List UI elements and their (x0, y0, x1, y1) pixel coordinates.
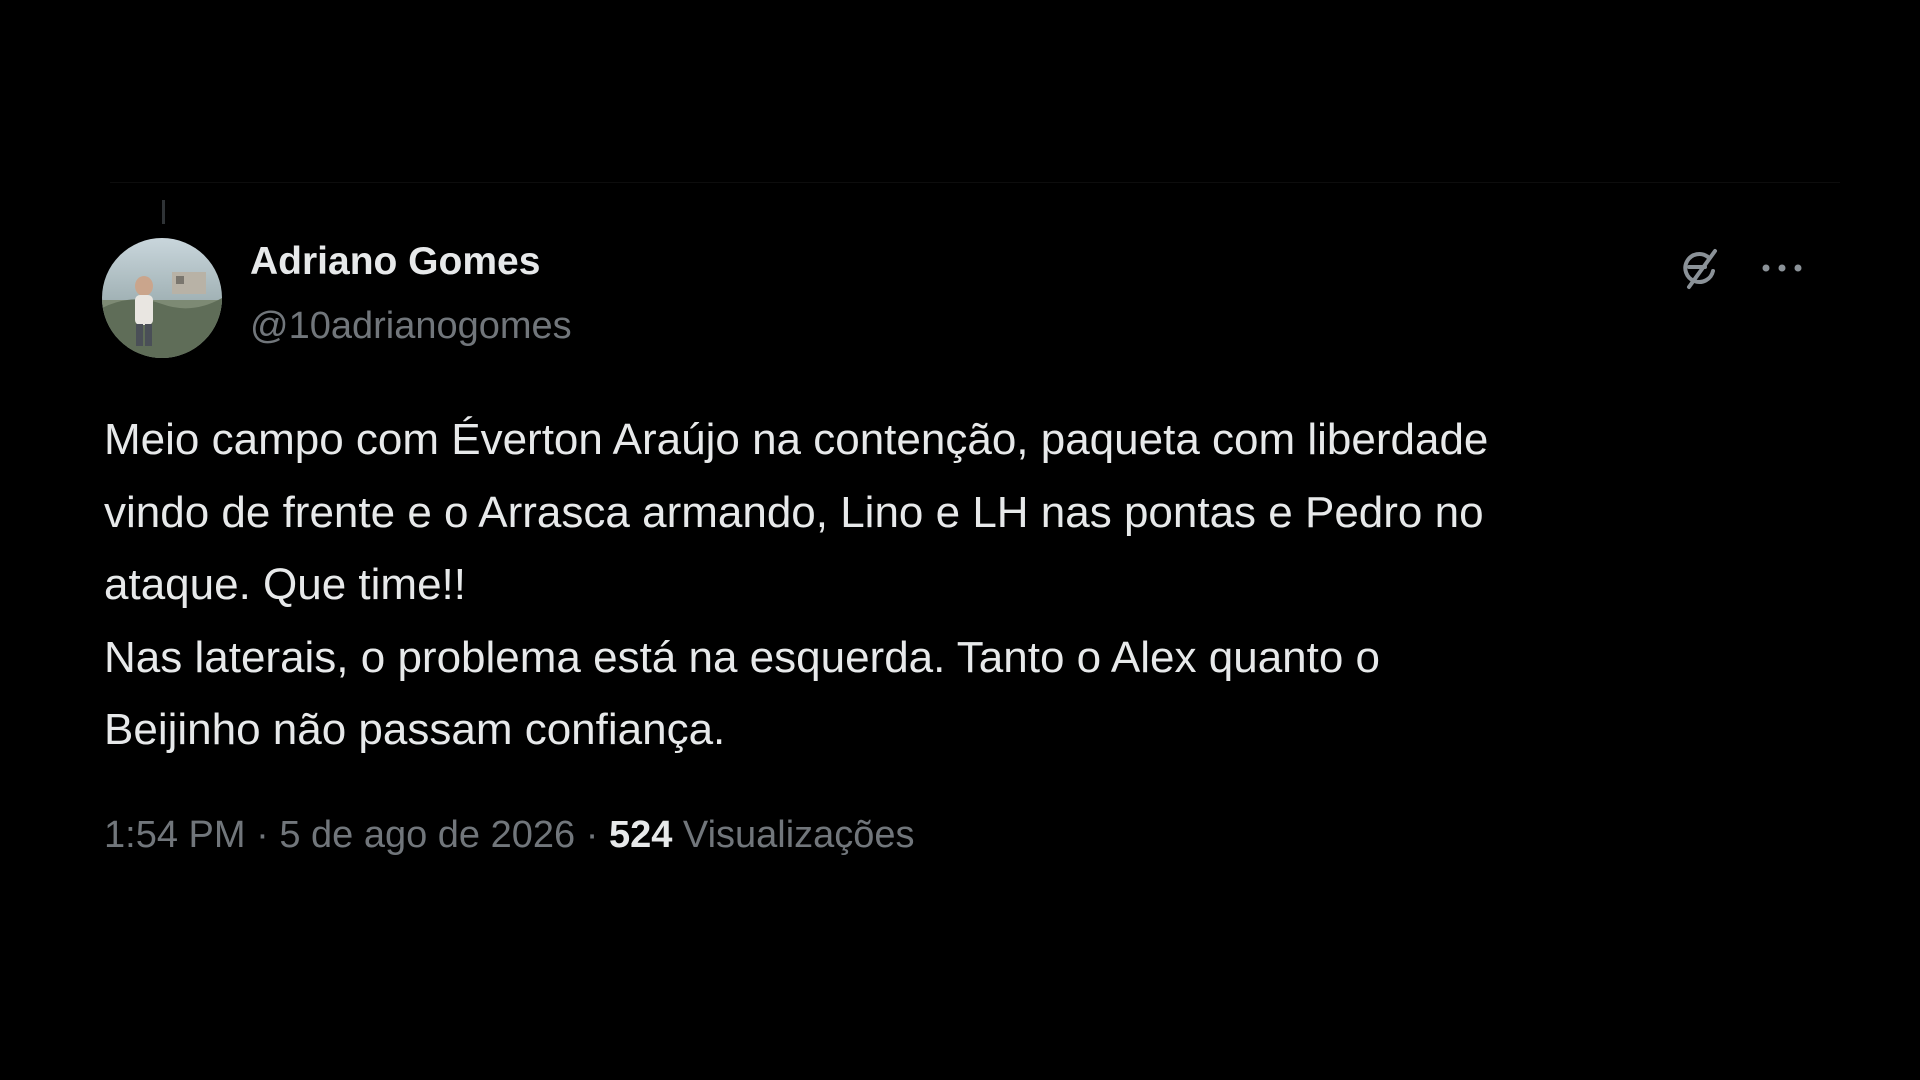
meta-separator: · (256, 814, 269, 856)
meta-separator: · (585, 814, 599, 856)
more-options-button[interactable] (1752, 240, 1812, 296)
tweet-text-line: Meio campo com Éverton Araújo na contenç… (104, 415, 1489, 464)
tweet-date: 5 de ago de 2026 (279, 814, 576, 856)
top-divider (110, 182, 1840, 183)
tweet-text-line: ataque. Que time!! (104, 560, 466, 609)
tweet-text-line: Nas laterais, o problema está na esquerd… (104, 632, 1381, 682)
views-count: 524 (608, 814, 673, 856)
grok-icon (1683, 249, 1717, 289)
tweet-text-line: Beijinho não passam confiança. (104, 705, 726, 754)
tweet-text-line: vindo de frente e o Arrasca armando, Lin… (104, 487, 1484, 537)
tweet-time: 1:54 PM (104, 814, 246, 856)
thread-connector-line (162, 200, 165, 224)
more-icon (1762, 264, 1802, 272)
grok-button[interactable] (1670, 240, 1730, 296)
tweet-timestamp[interactable]: 1:54 PM · 5 de ago de 2026 (104, 814, 575, 856)
tweet-text: Meio campo com Éverton Araújo na contenç… (104, 404, 1824, 767)
tweet-meta: 1:54 PM · 5 de ago de 2026 · 524 Visuali… (104, 814, 915, 857)
avatar[interactable] (102, 238, 222, 358)
avatar-photo (102, 238, 222, 358)
views-label: Visualizações (682, 814, 915, 856)
author-display-name[interactable]: Adriano Gomes (250, 240, 540, 284)
tweet-screenshot: Adriano Gomes @10adrianogomes Meio campo… (0, 0, 1920, 1080)
author-handle[interactable]: @10adrianogomes (250, 305, 572, 348)
